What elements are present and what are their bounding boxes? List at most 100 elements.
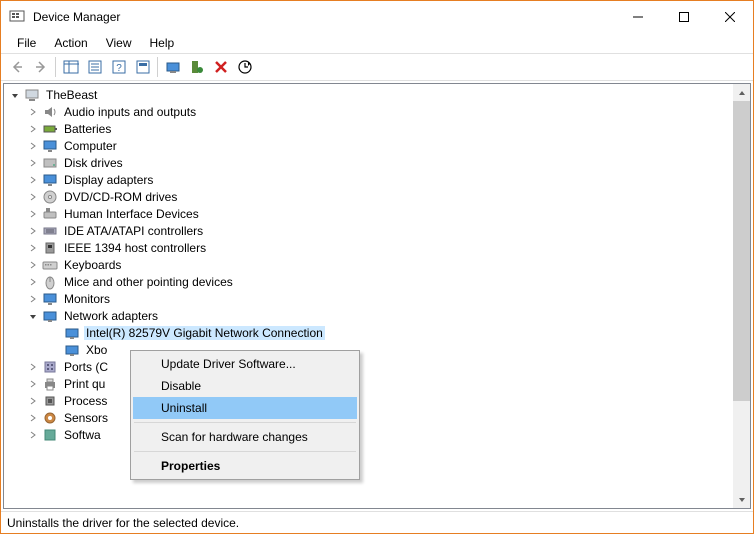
chevron-right-icon[interactable] — [26, 190, 40, 204]
sensor-icon — [42, 410, 58, 426]
port-icon — [42, 359, 58, 375]
menu-view[interactable]: View — [98, 34, 140, 52]
tree-node-label: Print qu — [62, 377, 107, 391]
tree-node-label: Batteries — [62, 122, 113, 136]
tree-root[interactable]: TheBeast — [4, 86, 733, 103]
tree-category[interactable]: Display adapters — [4, 171, 733, 188]
vertical-scrollbar[interactable] — [733, 84, 750, 508]
tree-category[interactable]: Network adapters — [4, 307, 733, 324]
tree-category[interactable]: Monitors — [4, 290, 733, 307]
tree-category[interactable]: Batteries — [4, 120, 733, 137]
ctx-properties[interactable]: Properties — [133, 455, 357, 477]
printer-icon — [42, 376, 58, 392]
enable-button[interactable] — [185, 56, 208, 78]
tree-category[interactable]: Softwa — [4, 426, 733, 443]
scroll-thumb[interactable] — [733, 101, 750, 401]
help2-button[interactable] — [131, 56, 154, 78]
chevron-right-icon[interactable] — [26, 173, 40, 187]
help-button[interactable]: ? — [107, 56, 130, 78]
tree-node-label: Audio inputs and outputs — [62, 105, 198, 119]
tree-node-label: IDE ATA/ATAPI controllers — [62, 224, 205, 238]
menu-help[interactable]: Help — [142, 34, 183, 52]
tree-node-label: Computer — [62, 139, 119, 153]
chevron-right-icon[interactable] — [26, 360, 40, 374]
scan-hardware-button[interactable] — [233, 56, 256, 78]
tree-node-label: Disk drives — [62, 156, 125, 170]
chevron-right-icon[interactable] — [26, 207, 40, 221]
chevron-right-icon[interactable] — [26, 411, 40, 425]
device-tree[interactable]: TheBeast Audio inputs and outputs Batterie… — [4, 84, 733, 508]
chevron-right-icon[interactable] — [26, 428, 40, 442]
tree-category[interactable]: DVD/CD-ROM drives — [4, 188, 733, 205]
menu-action[interactable]: Action — [46, 34, 95, 52]
chevron-down-icon[interactable] — [26, 309, 40, 323]
scroll-up-button[interactable] — [733, 84, 750, 101]
status-text: Uninstalls the driver for the selected d… — [7, 516, 239, 530]
tree-category[interactable]: Audio inputs and outputs — [4, 103, 733, 120]
show-hide-tree-button[interactable] — [59, 56, 82, 78]
tree-category[interactable]: Computer — [4, 137, 733, 154]
ctx-separator — [134, 451, 356, 452]
tree-node-label: Intel(R) 82579V Gigabit Network Connecti… — [84, 326, 325, 340]
content-area: TheBeast Audio inputs and outputs Batterie… — [3, 83, 751, 509]
tree-category[interactable]: IEEE 1394 host controllers — [4, 239, 733, 256]
properties-button[interactable] — [83, 56, 106, 78]
chevron-right-icon[interactable] — [26, 394, 40, 408]
ieee-icon — [42, 240, 58, 256]
tree-node-label: Network adapters — [62, 309, 160, 323]
ctx-update-driver[interactable]: Update Driver Software... — [133, 353, 357, 375]
chevron-right-icon[interactable] — [26, 292, 40, 306]
tree-node-label: DVD/CD-ROM drives — [62, 190, 179, 204]
forward-button[interactable] — [29, 56, 52, 78]
tree-category[interactable]: Sensors — [4, 409, 733, 426]
tree-device[interactable]: Xbo — [4, 341, 733, 358]
app-icon — [9, 9, 25, 25]
update-driver-button[interactable] — [161, 56, 184, 78]
ide-icon — [42, 223, 58, 239]
minimize-button[interactable] — [615, 1, 661, 33]
chevron-right-icon[interactable] — [26, 224, 40, 238]
tree-category[interactable]: IDE ATA/ATAPI controllers — [4, 222, 733, 239]
disk-icon — [42, 155, 58, 171]
chevron-right-icon[interactable] — [26, 275, 40, 289]
monitor-icon — [42, 291, 58, 307]
tree-category[interactable]: Process — [4, 392, 733, 409]
dvd-icon — [42, 189, 58, 205]
chevron-right-icon[interactable] — [26, 105, 40, 119]
tree-node-label: Monitors — [62, 292, 112, 306]
tree-category[interactable]: Ports (C — [4, 358, 733, 375]
ctx-uninstall[interactable]: Uninstall — [133, 397, 357, 419]
chevron-right-icon[interactable] — [26, 241, 40, 255]
scroll-down-button[interactable] — [733, 491, 750, 508]
mouse-icon — [42, 274, 58, 290]
chevron-right-icon[interactable] — [26, 156, 40, 170]
tree-node-label: Keyboards — [62, 258, 123, 272]
back-button[interactable] — [5, 56, 28, 78]
ctx-disable[interactable]: Disable — [133, 375, 357, 397]
window-controls — [615, 1, 753, 33]
tree-node-label: IEEE 1394 host controllers — [62, 241, 208, 255]
chevron-right-icon[interactable] — [26, 139, 40, 153]
close-button[interactable] — [707, 1, 753, 33]
statusbar: Uninstalls the driver for the selected d… — [1, 511, 753, 533]
chevron-right-icon[interactable] — [26, 258, 40, 272]
chevron-right-icon[interactable] — [26, 122, 40, 136]
keyboard-icon — [42, 257, 58, 273]
device-manager-window: Device Manager File Action View Help ? — [0, 0, 754, 534]
cpu-icon — [42, 393, 58, 409]
uninstall-button[interactable] — [209, 56, 232, 78]
tree-category[interactable]: Human Interface Devices — [4, 205, 733, 222]
chevron-right-icon[interactable] — [26, 377, 40, 391]
menu-file[interactable]: File — [9, 34, 44, 52]
tree-category[interactable]: Print qu — [4, 375, 733, 392]
tree-device[interactable]: Intel(R) 82579V Gigabit Network Connecti… — [4, 324, 733, 341]
chevron-down-icon[interactable] — [8, 88, 22, 102]
tree-category[interactable]: Mice and other pointing devices — [4, 273, 733, 290]
tree-category[interactable]: Keyboards — [4, 256, 733, 273]
nic-icon — [64, 342, 80, 358]
tree-category[interactable]: Disk drives — [4, 154, 733, 171]
titlebar: Device Manager — [1, 1, 753, 33]
ctx-separator — [134, 422, 356, 423]
ctx-scan[interactable]: Scan for hardware changes — [133, 426, 357, 448]
maximize-button[interactable] — [661, 1, 707, 33]
